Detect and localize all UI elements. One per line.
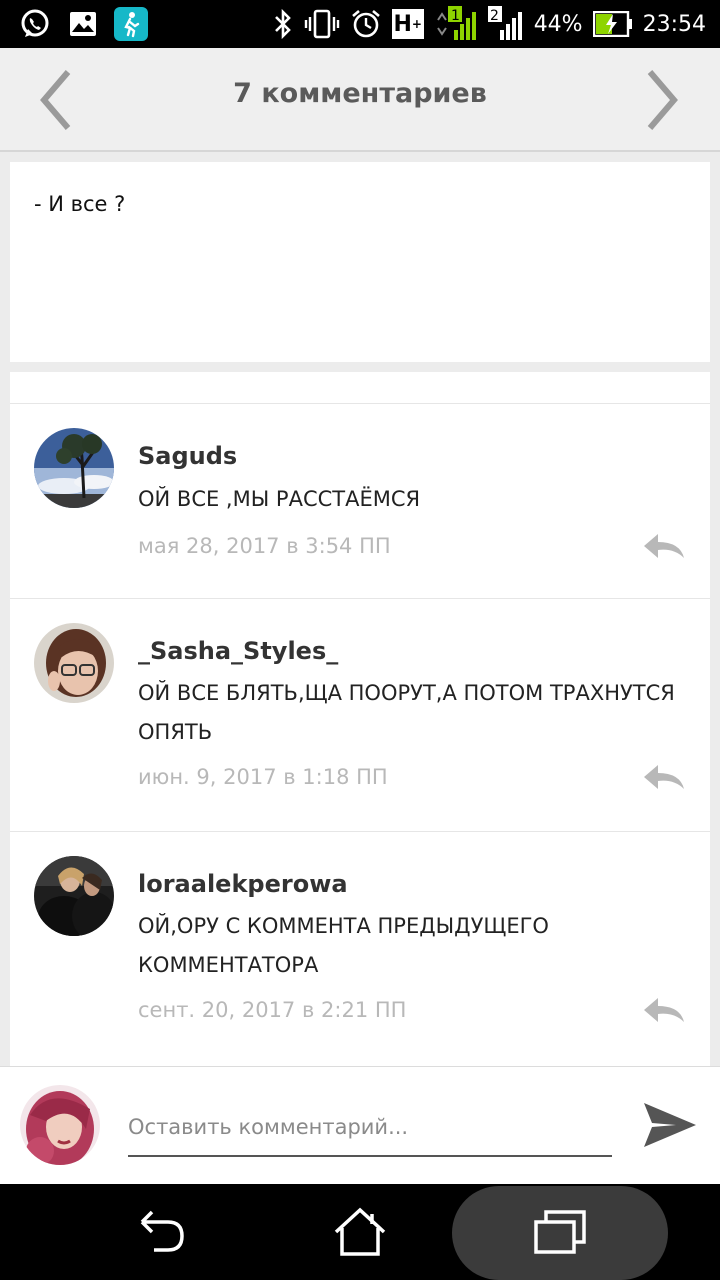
avatar[interactable] [34, 623, 114, 703]
comment-date: июн. 9, 2017 в 1:18 ПП [138, 765, 388, 789]
post-card: - И все ? [10, 162, 710, 362]
comment-text: ОЙ ВСЕ БЛЯТЬ,ЩА ПООРУТ,А ПОТОМ ТРАХНУТСЯ… [138, 681, 675, 744]
bluetooth-icon [274, 8, 291, 40]
recents-button[interactable] [530, 1202, 590, 1262]
system-icons: H + 1 2 44% 23:54 [272, 6, 706, 42]
battery-percent: 44% [533, 11, 583, 37]
recents-icon [534, 1210, 586, 1254]
comment-author[interactable]: loraalekperowa [138, 870, 348, 898]
chevron-right-icon [647, 70, 678, 130]
next-button[interactable] [640, 68, 684, 132]
reply-icon [644, 765, 684, 789]
comment-item: Saguds ОЙ ВСЕ ,МЫ РАССТАЁМСЯ мая 28, 201… [10, 404, 710, 599]
signal-icon-sim2: 2 [487, 6, 522, 40]
avatar[interactable] [34, 856, 114, 936]
comments-header: 7 комментариев [0, 48, 720, 152]
back-button[interactable] [130, 1202, 190, 1262]
comment-item: _Sasha_Styles_ ОЙ ВСЕ БЛЯТЬ,ЩА ПООРУТ,А … [10, 599, 710, 832]
avatar[interactable] [34, 428, 114, 508]
current-user-avatar [20, 1085, 100, 1165]
page-title: 7 комментариев [233, 78, 487, 109]
whatsapp-icon [18, 8, 52, 40]
signal-icon-sim1: 1 [436, 6, 476, 40]
clock: 23:54 [642, 11, 706, 37]
reply-button[interactable] [642, 532, 686, 562]
comment-date: сент. 20, 2017 в 2:21 ПП [138, 998, 407, 1022]
reply-icon [644, 998, 684, 1022]
reply-button[interactable] [642, 763, 686, 793]
comment-input[interactable] [128, 1105, 612, 1157]
comment-author[interactable]: _Sasha_Styles_ [138, 637, 338, 665]
comment-date: мая 28, 2017 в 3:54 ПП [138, 534, 391, 558]
network-type-label: H [393, 11, 412, 37]
vibrate-icon [304, 9, 339, 39]
comments-list[interactable]: Saguds ОЙ ВСЕ ,МЫ РАССТАЁМСЯ мая 28, 201… [10, 372, 710, 1066]
comment-item: loraalekperowa ОЙ,ОРУ С КОММЕНТА ПРЕДЫДУ… [10, 832, 710, 1066]
compose-bar [0, 1066, 720, 1184]
send-icon [644, 1103, 696, 1147]
reply-button[interactable] [642, 996, 686, 1026]
back-icon [140, 1210, 184, 1252]
send-button[interactable] [642, 1097, 698, 1153]
notification-icons [18, 7, 148, 41]
fitness-app-icon [114, 7, 148, 41]
network-type-badge: H + [391, 9, 424, 39]
gallery-icon [66, 8, 100, 40]
home-icon [334, 1207, 386, 1256]
svg-text:2: 2 [490, 8, 499, 24]
status-bar: H + 1 2 44% 23:54 [0, 0, 720, 48]
system-navigation-bar [0, 1184, 720, 1280]
post-text: - И все ? [34, 192, 126, 216]
reply-icon [644, 534, 684, 558]
comment-text: ОЙ ВСЕ ,МЫ РАССТАЁМСЯ [138, 487, 421, 511]
comment-text: ОЙ,ОРУ С КОММЕНТА ПРЕДЫДУЩЕГО КОММЕНТАТО… [138, 914, 549, 977]
home-button[interactable] [330, 1202, 390, 1262]
svg-text:1: 1 [451, 8, 460, 24]
alarm-icon [351, 10, 380, 38]
comment-author[interactable]: Saguds [138, 442, 237, 470]
battery-icon [592, 11, 632, 37]
